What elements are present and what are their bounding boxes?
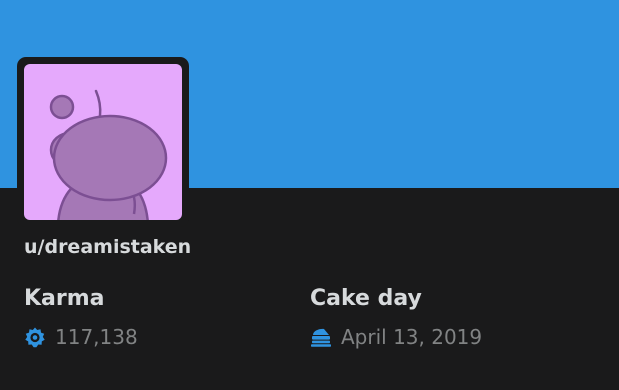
karma-stat: Karma 117,138 (24, 284, 138, 349)
karma-title: Karma (24, 286, 105, 311)
cake-day-stat: Cake day April 13, 2019 (310, 284, 482, 349)
username[interactable]: u/dreamistaken (24, 236, 191, 258)
karma-icon (24, 326, 46, 348)
snoo-avatar-icon (24, 64, 182, 220)
profile-card: u/dreamistaken Karma 117,138 Cake day Ap… (0, 0, 619, 390)
avatar[interactable] (17, 57, 189, 227)
cake-icon (310, 326, 332, 348)
cake-day-value: April 13, 2019 (341, 325, 483, 349)
cake-day-title: Cake day (310, 286, 422, 311)
karma-value: 117,138 (55, 325, 138, 349)
